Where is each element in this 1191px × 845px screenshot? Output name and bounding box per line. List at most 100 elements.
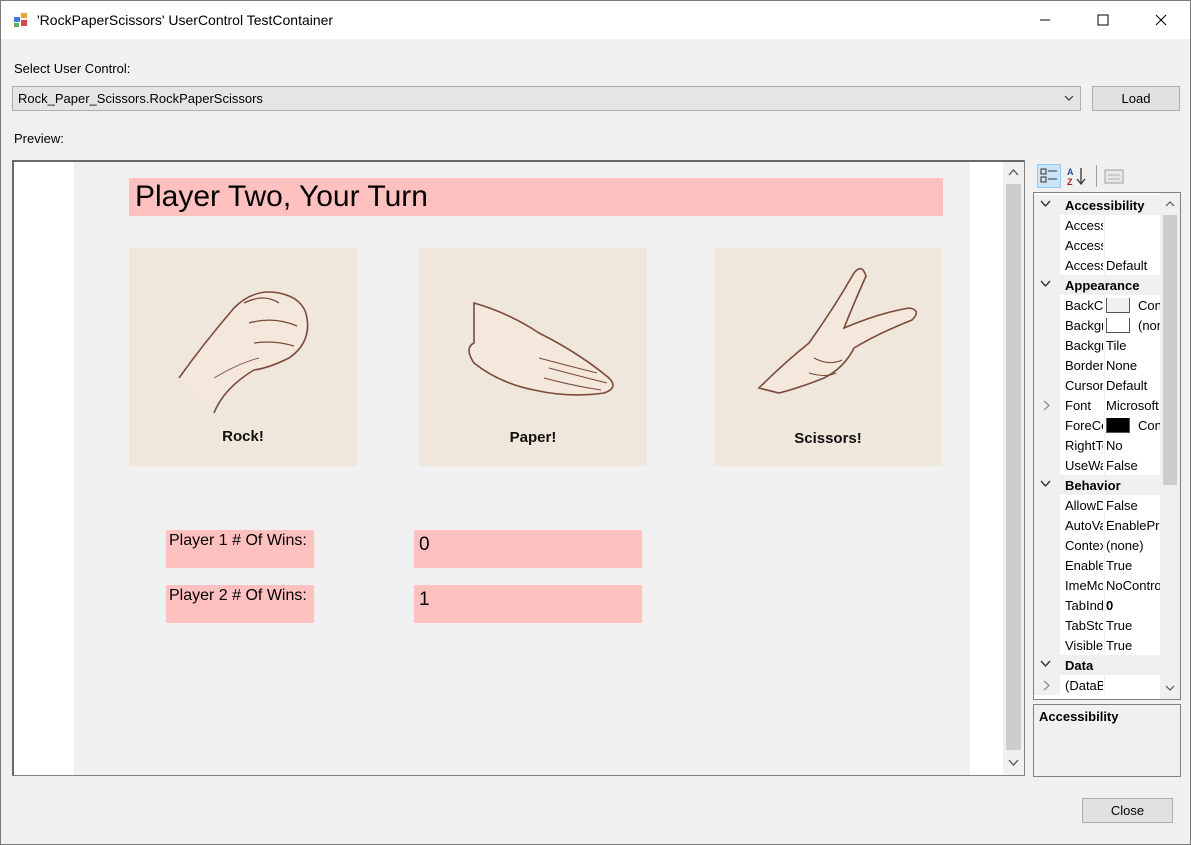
property-row[interactable]: Cursor Default: [1034, 375, 1160, 395]
chevron-right-icon[interactable]: [1043, 400, 1051, 411]
user-control-combobox[interactable]: Rock_Paper_Scissors.RockPaperScissors: [12, 86, 1081, 111]
preview-scrollbar[interactable]: [1003, 162, 1024, 775]
property-row[interactable]: ForeColor ControlText: [1034, 415, 1160, 435]
property-name: Enabled: [1065, 558, 1103, 573]
title-bar[interactable]: 'RockPaperScissors' UserControl TestCont…: [1, 1, 1190, 39]
rock-card[interactable]: Rock!: [129, 248, 357, 466]
property-divider[interactable]: [1104, 255, 1105, 275]
property-divider[interactable]: [1104, 455, 1105, 475]
property-row[interactable]: UseWaitCursorFalse: [1034, 455, 1160, 475]
maximize-button[interactable]: [1074, 1, 1132, 39]
chevron-down-icon[interactable]: [1008, 759, 1019, 767]
property-row[interactable]: BackgroundImage (none): [1034, 315, 1160, 335]
chevron-down-icon[interactable]: [1040, 200, 1051, 208]
property-value[interactable]: EnablePreventFocusChange: [1106, 518, 1160, 533]
property-category-appearance[interactable]: Appearance: [1034, 275, 1160, 295]
property-row[interactable]: ContextMenuStrip(none): [1034, 535, 1160, 555]
property-divider[interactable]: [1104, 315, 1105, 335]
chevron-down-icon[interactable]: [1165, 685, 1175, 692]
property-value[interactable]: Tile: [1106, 338, 1160, 353]
property-gutter: [1034, 575, 1060, 595]
property-divider[interactable]: [1104, 675, 1105, 695]
property-row[interactable]: Font Microsoft Sans Serif: [1034, 395, 1160, 415]
chevron-down-icon[interactable]: [1040, 660, 1051, 668]
property-value[interactable]: NoControl: [1106, 578, 1160, 593]
property-row[interactable]: TabStopTrue: [1034, 615, 1160, 635]
property-row[interactable]: AccessibleName: [1034, 235, 1160, 255]
close-button[interactable]: Close: [1082, 798, 1173, 823]
property-divider[interactable]: [1104, 415, 1105, 435]
property-divider[interactable]: [1104, 635, 1105, 655]
chevron-up-icon[interactable]: [1165, 200, 1175, 207]
property-divider[interactable]: [1104, 235, 1105, 255]
property-name: BackgroundImageLayout: [1065, 338, 1103, 353]
property-pages-button[interactable]: [1102, 164, 1126, 188]
property-divider[interactable]: [1104, 615, 1105, 635]
property-divider[interactable]: [1104, 515, 1105, 535]
property-category-accessibility[interactable]: Accessibility: [1034, 195, 1160, 215]
minimize-button[interactable]: [1016, 1, 1074, 39]
property-row[interactable]: RightToLeftNo: [1034, 435, 1160, 455]
property-grid[interactable]: Accessibility AccessibleDescription Access…: [1033, 192, 1181, 700]
property-divider[interactable]: [1104, 435, 1105, 455]
chevron-down-icon[interactable]: [1040, 280, 1051, 288]
property-divider[interactable]: [1104, 335, 1105, 355]
property-value[interactable]: False: [1106, 458, 1160, 473]
categorized-view-button[interactable]: [1037, 164, 1061, 188]
chevron-right-icon[interactable]: [1043, 680, 1051, 691]
property-name: AccessibleRole: [1065, 258, 1103, 273]
property-divider[interactable]: [1104, 535, 1105, 555]
property-name: ContextMenuStrip: [1065, 538, 1103, 553]
property-divider[interactable]: [1104, 575, 1105, 595]
property-category-behavior[interactable]: Behavior: [1034, 475, 1160, 495]
svg-text:A: A: [1067, 167, 1074, 177]
property-divider[interactable]: [1104, 595, 1105, 615]
property-value[interactable]: (none): [1106, 538, 1160, 553]
chevron-down-icon[interactable]: [1040, 480, 1051, 488]
property-divider[interactable]: [1104, 355, 1105, 375]
property-value[interactable]: Control: [1106, 298, 1160, 314]
property-value[interactable]: False: [1106, 498, 1160, 513]
property-value[interactable]: ControlText: [1106, 418, 1160, 434]
property-grid-scrollbar[interactable]: [1160, 193, 1180, 699]
property-row[interactable]: AutoValidateEnablePreventFocusChange: [1034, 515, 1160, 535]
property-row[interactable]: AccessibleRoleDefault: [1034, 255, 1160, 275]
load-button[interactable]: Load: [1092, 86, 1180, 111]
scissors-card[interactable]: Scissors!: [714, 248, 942, 466]
scrollbar-thumb[interactable]: [1163, 215, 1177, 485]
property-divider[interactable]: [1104, 215, 1105, 235]
property-row[interactable]: EnabledTrue: [1034, 555, 1160, 575]
property-value[interactable]: No: [1106, 438, 1160, 453]
scrollbar-thumb[interactable]: [1006, 184, 1021, 750]
property-value[interactable]: Default: [1106, 258, 1160, 273]
property-value[interactable]: Default: [1106, 378, 1160, 393]
property-row[interactable]: AccessibleDescription: [1034, 215, 1160, 235]
property-row[interactable]: BorderStyleNone: [1034, 355, 1160, 375]
property-row[interactable]: BackColor Control: [1034, 295, 1160, 315]
property-divider[interactable]: [1104, 295, 1105, 315]
property-divider[interactable]: [1104, 555, 1105, 575]
property-value[interactable]: None: [1106, 358, 1160, 373]
svg-text:Z: Z: [1067, 177, 1073, 186]
property-category-data[interactable]: Data: [1034, 655, 1160, 675]
property-row[interactable]: TabIndex0: [1034, 595, 1160, 615]
property-divider[interactable]: [1104, 395, 1105, 415]
property-value[interactable]: True: [1106, 638, 1160, 653]
property-value[interactable]: True: [1106, 558, 1160, 573]
paper-card[interactable]: Paper!: [419, 248, 647, 466]
property-row[interactable]: (DataBindings): [1034, 675, 1160, 695]
property-row[interactable]: BackgroundImageLayoutTile: [1034, 335, 1160, 355]
property-value[interactable]: 0: [1106, 598, 1160, 613]
property-gutter: [1034, 355, 1060, 375]
property-row[interactable]: ImeModeNoControl: [1034, 575, 1160, 595]
chevron-up-icon[interactable]: [1008, 168, 1019, 176]
property-value[interactable]: (none): [1106, 318, 1160, 334]
property-row[interactable]: AllowDropFalse: [1034, 495, 1160, 515]
property-value[interactable]: Microsoft Sans Serif: [1106, 398, 1160, 413]
property-row[interactable]: Visible True: [1034, 635, 1160, 655]
alphabetical-sort-button[interactable]: A Z: [1065, 164, 1089, 188]
property-value[interactable]: True: [1106, 618, 1160, 633]
property-divider[interactable]: [1104, 375, 1105, 395]
property-divider[interactable]: [1104, 495, 1105, 515]
close-window-button[interactable]: [1132, 1, 1190, 39]
